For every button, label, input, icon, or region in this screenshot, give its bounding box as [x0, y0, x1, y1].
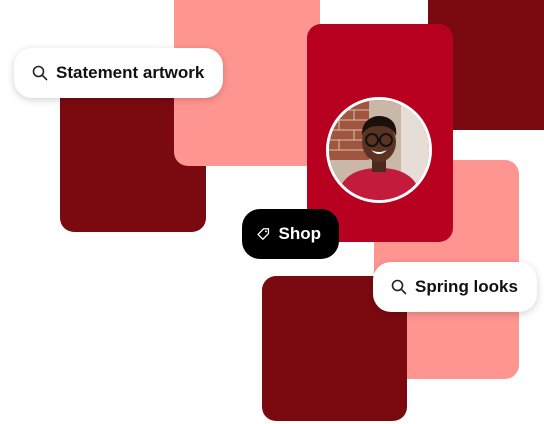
shop-label: Shop — [278, 224, 322, 243]
shop-button[interactable]: Shop — [242, 209, 339, 259]
search-icon — [32, 65, 48, 81]
promo-collage: Statement artwork Shop Spring looks — [0, 0, 544, 424]
avatar — [326, 97, 432, 203]
search-icon — [391, 279, 407, 295]
search-pill-label: Spring looks — [415, 277, 518, 296]
search-pill-spring-looks[interactable]: Spring looks — [373, 262, 537, 312]
person-photo-icon — [329, 100, 429, 200]
search-pill-statement-artwork[interactable]: Statement artwork — [14, 48, 223, 98]
tag-icon — [257, 228, 270, 240]
search-pill-label: Statement artwork — [56, 63, 205, 82]
